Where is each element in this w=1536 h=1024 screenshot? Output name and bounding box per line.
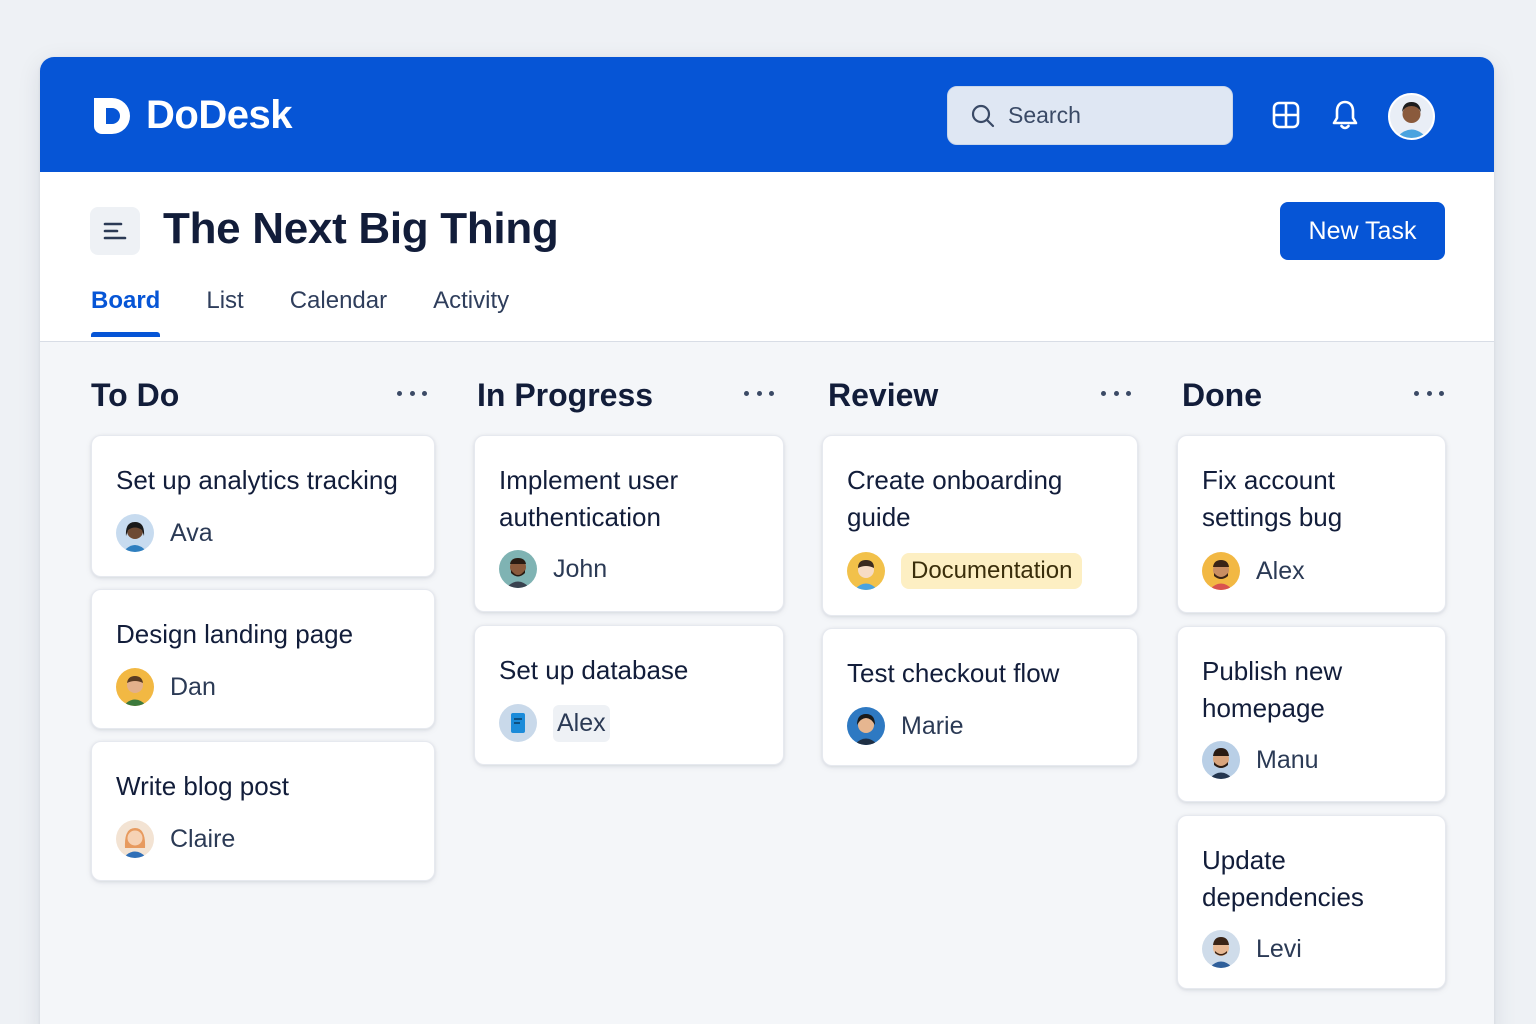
avatar-marie-icon bbox=[847, 707, 885, 745]
task-assignee: Alex bbox=[499, 704, 610, 742]
column-title: To Do bbox=[91, 377, 180, 413]
task-assignee: Dan bbox=[116, 668, 216, 706]
column-header: To Do bbox=[91, 375, 435, 417]
view-tabs: Board List Calendar Activity bbox=[91, 287, 555, 337]
assignee-name: Ava bbox=[170, 518, 213, 547]
more-dots-icon bbox=[397, 390, 402, 396]
task-title: Publish new homepage bbox=[1202, 656, 1343, 723]
sidebar-toggle-button[interactable] bbox=[90, 207, 140, 255]
assignee-name: John bbox=[553, 554, 608, 583]
search-icon bbox=[971, 104, 995, 127]
task-title: Update dependencies bbox=[1202, 845, 1364, 912]
task-title: Test checkout flow bbox=[847, 658, 1060, 688]
search-box[interactable] bbox=[947, 86, 1233, 145]
avatar-ava-icon bbox=[116, 514, 154, 552]
task-title: Implement user authentication bbox=[499, 465, 679, 532]
assignee-name: Alex bbox=[1256, 556, 1305, 585]
more-dots-icon bbox=[1101, 390, 1106, 396]
project-header: The Next Big Thing New Task Board List C… bbox=[40, 172, 1494, 342]
task-assignee: Claire bbox=[116, 820, 235, 858]
column-more-button[interactable] bbox=[1101, 381, 1131, 405]
task-card[interactable]: Write blog post Claire bbox=[91, 741, 435, 881]
search-input[interactable] bbox=[1008, 102, 1208, 129]
more-dots-icon bbox=[744, 390, 749, 396]
avatar-levi-icon bbox=[1202, 930, 1240, 968]
task-card[interactable]: Publish new homepage Manu bbox=[1177, 626, 1446, 802]
task-assignee: Alex bbox=[1202, 552, 1305, 590]
task-card[interactable]: Fix account settings bug Alex bbox=[1177, 435, 1446, 613]
notifications-button[interactable] bbox=[1328, 98, 1362, 132]
task-card[interactable]: Create onboarding guide Documentation bbox=[822, 435, 1138, 616]
tab-board[interactable]: Board bbox=[91, 287, 161, 337]
task-title: Create onboarding guide bbox=[847, 465, 1063, 532]
column-to-do: To Do bbox=[91, 375, 435, 417]
task-assignee: Documentation bbox=[847, 552, 1083, 590]
task-card[interactable]: Implement user authentication John bbox=[474, 435, 784, 612]
avatar-john-icon bbox=[499, 550, 537, 588]
page-title: The Next Big Thing bbox=[163, 204, 559, 253]
apps-button[interactable] bbox=[1269, 98, 1303, 132]
column-more-button[interactable] bbox=[1414, 381, 1444, 405]
new-task-button[interactable]: New Task bbox=[1280, 202, 1445, 260]
avatar-dan-icon bbox=[116, 668, 154, 706]
task-card[interactable]: Set up analytics tracking Ava bbox=[91, 435, 435, 577]
avatar-manu-icon bbox=[1202, 741, 1240, 779]
assignee-name: Manu bbox=[1256, 745, 1319, 774]
column-title: Done bbox=[1182, 377, 1262, 413]
column-title: Review bbox=[828, 377, 939, 413]
avatar-claire-icon bbox=[116, 820, 154, 858]
task-card[interactable]: Update dependencies Levi bbox=[1177, 815, 1446, 989]
app-window: DoDesk Search The Next Big Thing New Tas… bbox=[40, 57, 1494, 1024]
user-avatar-icon bbox=[1390, 95, 1433, 138]
column-header: In Progress bbox=[477, 375, 787, 417]
task-card[interactable]: Set up database Alex bbox=[474, 625, 784, 765]
column-done: Done bbox=[1182, 375, 1450, 417]
task-title: Design landing page bbox=[116, 619, 354, 649]
brand[interactable]: DoDesk bbox=[90, 93, 292, 138]
task-title: Set up database bbox=[499, 655, 689, 685]
bell-icon bbox=[1332, 100, 1358, 130]
assignee-name: Alex bbox=[553, 704, 610, 742]
avatar-alex-icon bbox=[1202, 552, 1240, 590]
assignee-name: Dan bbox=[170, 672, 216, 701]
task-title: Set up analytics tracking bbox=[116, 465, 398, 495]
column-more-button[interactable] bbox=[744, 381, 774, 405]
tab-activity[interactable]: Activity bbox=[433, 287, 509, 337]
app-name: DoDesk bbox=[146, 93, 292, 137]
tab-list[interactable]: List bbox=[206, 287, 243, 337]
task-assignee: Marie bbox=[847, 707, 964, 745]
avatar-reviewer-icon bbox=[847, 552, 885, 590]
assignee-name: Marie bbox=[901, 711, 964, 740]
task-assignee: Manu bbox=[1202, 741, 1319, 779]
column-title: In Progress bbox=[477, 377, 654, 413]
top-bar: DoDesk bbox=[40, 57, 1494, 172]
document-icon bbox=[499, 704, 537, 742]
column-more-button[interactable] bbox=[397, 381, 427, 405]
grid-icon bbox=[1272, 101, 1300, 129]
task-title: Write blog post bbox=[116, 771, 289, 801]
task-title: Fix account settings bug bbox=[1202, 465, 1343, 532]
task-card[interactable]: Design landing page Dan bbox=[91, 589, 435, 729]
more-dots-icon bbox=[1414, 390, 1419, 396]
assignee-name: Levi bbox=[1256, 934, 1302, 963]
task-assignee: John bbox=[499, 550, 607, 588]
column-in-progress: In Progress bbox=[477, 375, 787, 417]
label-badge: Documentation bbox=[901, 553, 1083, 589]
column-review: Review bbox=[828, 375, 1144, 417]
user-avatar[interactable] bbox=[1388, 93, 1435, 140]
task-assignee: Levi bbox=[1202, 930, 1302, 968]
column-header: Done bbox=[1182, 375, 1450, 417]
assignee-name: Claire bbox=[170, 824, 236, 853]
task-assignee: Ava bbox=[116, 514, 213, 552]
task-card[interactable]: Test checkout flow Marie bbox=[822, 628, 1138, 766]
dodesk-logo-icon bbox=[94, 97, 130, 134]
tab-calendar[interactable]: Calendar bbox=[290, 287, 387, 337]
column-header: Review bbox=[828, 375, 1144, 417]
menu-icon bbox=[103, 222, 127, 240]
